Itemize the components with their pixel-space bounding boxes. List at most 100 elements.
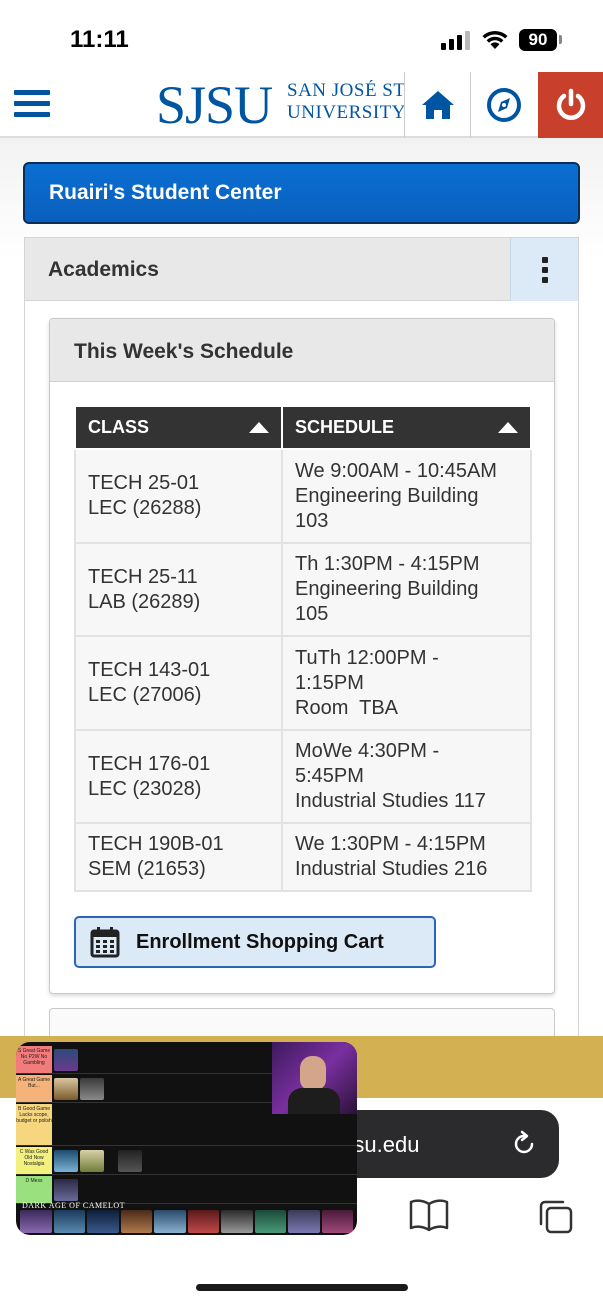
game-title-caption: DARK AGE OF CAMELOT — [22, 1201, 126, 1210]
game-thumbnail — [154, 1210, 186, 1233]
tier-label: D Mess — [16, 1176, 52, 1203]
table-row: TECH 25-01 LEC (26288) We 9:00AM - 10:45… — [74, 448, 532, 544]
home-icon — [421, 91, 454, 119]
class-code: TECH 176-01 — [88, 752, 211, 775]
tabs-icon[interactable] — [537, 1198, 575, 1236]
table-row: TECH 25-11 LAB (26289) Th 1:30PM - 4:15P… — [74, 542, 532, 637]
battery-tip — [559, 35, 562, 44]
schedule-cell: MoWe 4:30PM - 5:45PM Industrial Studies … — [281, 729, 532, 824]
game-thumbnail — [87, 1210, 119, 1233]
kebab-dot — [541, 266, 548, 273]
streamer-body — [288, 1088, 340, 1114]
schedule-room: 103 — [295, 509, 329, 532]
status-bar: 11:11 90 — [0, 0, 603, 72]
logo-subtitle-line2: UNIVERSITY — [287, 102, 405, 123]
schedule-time-cont: 5:45PM — [295, 765, 364, 787]
battery-indicator: 90 — [519, 29, 557, 51]
class-code: TECH 25-01 — [88, 472, 200, 494]
class-cell: TECH 25-01 LEC (26288) — [74, 448, 283, 544]
table-row: TECH 176-01 LEC (23028) MoWe 4:30PM - 5:… — [74, 729, 532, 824]
status-time: 11:11 — [70, 26, 129, 53]
schedule-cell: We 1:30PM - 4:15PM Industrial Studies 21… — [281, 822, 532, 892]
tier-row: D Mess — [16, 1176, 357, 1204]
tier-label: S Great Game No P2W No Gambling — [16, 1046, 52, 1073]
sjsu-logo-subtitle: SAN JOSÉ STATE UNIVERSITY — [287, 80, 405, 124]
app-header: SJSU SAN JOSÉ STATE UNIVERSITY — [0, 72, 603, 138]
schedule-time-cont: 1:15PM — [295, 671, 364, 694]
picture-in-picture-video[interactable]: S Great Game No P2W No Gambling A Great … — [16, 1042, 357, 1235]
schedule-title: This Week's Schedule — [74, 340, 294, 363]
game-thumbnail — [288, 1210, 320, 1233]
class-cell: TECH 25-11 LAB (26289) — [74, 542, 283, 637]
schedule-table: CLASS SCHEDULE TECH 25-01 LEC (26288) We… — [74, 405, 532, 892]
schedule-location: Industrial Studies 117 — [295, 790, 486, 812]
enrollment-shopping-cart-button[interactable]: Enrollment Shopping Cart — [74, 916, 436, 968]
game-thumbnail — [54, 1150, 78, 1172]
class-section: SEM (21653) — [88, 858, 206, 880]
class-code: TECH 25-11 — [88, 565, 198, 588]
game-thumbnail — [80, 1150, 104, 1172]
class-cell: TECH 176-01 LEC (23028) — [74, 729, 283, 824]
schedule-cell: Th 1:30PM - 4:15PM Engineering Building … — [281, 542, 532, 637]
tier-row: C Was Good Old Now Nostalgia — [16, 1147, 357, 1175]
menu-icon[interactable] — [14, 88, 50, 120]
table-row: TECH 190B-01 SEM (21653) We 1:30PM - 4:1… — [74, 822, 532, 892]
kebab-dot — [541, 276, 548, 283]
navigator-button[interactable] — [471, 72, 537, 138]
schedule-time: We 9:00AM - 10:45AM — [295, 459, 497, 482]
wifi-icon — [482, 30, 508, 49]
streamer-webcam — [272, 1042, 357, 1114]
class-code: TECH 190B-01 — [88, 833, 224, 855]
academics-panel: Academics This Week's Schedule CLASS SCH… — [24, 237, 579, 1057]
schedule-card-header: This Week's Schedule — [50, 319, 554, 382]
weekly-schedule-card: This Week's Schedule CLASS SCHEDULE TECH… — [49, 318, 555, 994]
column-header-label: CLASS — [88, 417, 150, 437]
reload-icon[interactable] — [510, 1130, 538, 1158]
tier-label: C Was Good Old Now Nostalgia — [16, 1147, 52, 1174]
game-thumbnail — [54, 1179, 78, 1201]
schedule-time: TuTh 12:00PM - — [295, 646, 439, 669]
game-thumbnail-strip — [16, 1210, 357, 1235]
home-button[interactable] — [405, 72, 470, 138]
power-icon — [556, 88, 585, 120]
game-thumbnail — [53, 1210, 85, 1233]
column-header-label: SCHEDULE — [295, 417, 395, 437]
class-section: LEC (23028) — [88, 777, 202, 800]
game-thumbnail — [54, 1049, 78, 1071]
logo-subtitle-line1: SAN JOSÉ STATE — [287, 80, 405, 101]
sign-out-button[interactable] — [538, 72, 603, 138]
schedule-time: Th 1:30PM - 4:15PM — [295, 553, 480, 575]
kebab-dot — [541, 256, 548, 263]
cellular-signal-icon — [441, 30, 471, 50]
more-options-button[interactable] — [510, 238, 578, 301]
schedule-location: Industrial Studies 216 — [295, 858, 488, 880]
class-section: LEC (26288) — [88, 497, 202, 519]
game-thumbnail — [80, 1078, 104, 1100]
schedule-time: MoWe 4:30PM - — [295, 740, 440, 762]
bookmarks-icon[interactable] — [409, 1198, 449, 1232]
academics-title: Academics — [48, 258, 159, 281]
student-center-banner: Ruairi's Student Center — [23, 162, 580, 224]
schedule-location: Room TBA — [295, 696, 398, 719]
class-section: LAB (26289) — [88, 590, 201, 613]
game-thumbnail — [321, 1210, 353, 1233]
sort-ascending-icon — [498, 422, 518, 433]
game-thumbnail — [187, 1210, 219, 1233]
cart-button-label: Enrollment Shopping Cart — [136, 930, 384, 953]
game-thumbnail — [118, 1150, 142, 1172]
column-header-schedule[interactable]: SCHEDULE — [281, 405, 532, 450]
column-header-class[interactable]: CLASS — [74, 405, 283, 450]
schedule-time: We 1:30PM - 4:15PM — [295, 833, 486, 855]
home-indicator — [196, 1284, 408, 1291]
compass-icon — [487, 88, 521, 122]
schedule-cell: We 9:00AM - 10:45AM Engineering Building… — [281, 448, 532, 544]
game-thumbnail — [54, 1078, 78, 1100]
tier-label: B Good Game Lacks scope, budget or polis… — [16, 1104, 52, 1145]
sjsu-logo[interactable]: SJSU — [156, 78, 273, 132]
class-code: TECH 143-01 — [88, 659, 211, 681]
game-thumbnail — [20, 1210, 52, 1233]
class-section: LEC (27006) — [88, 684, 202, 706]
schedule-room: 105 — [295, 603, 329, 625]
streamer-face — [300, 1056, 326, 1090]
game-thumbnail — [120, 1210, 152, 1233]
